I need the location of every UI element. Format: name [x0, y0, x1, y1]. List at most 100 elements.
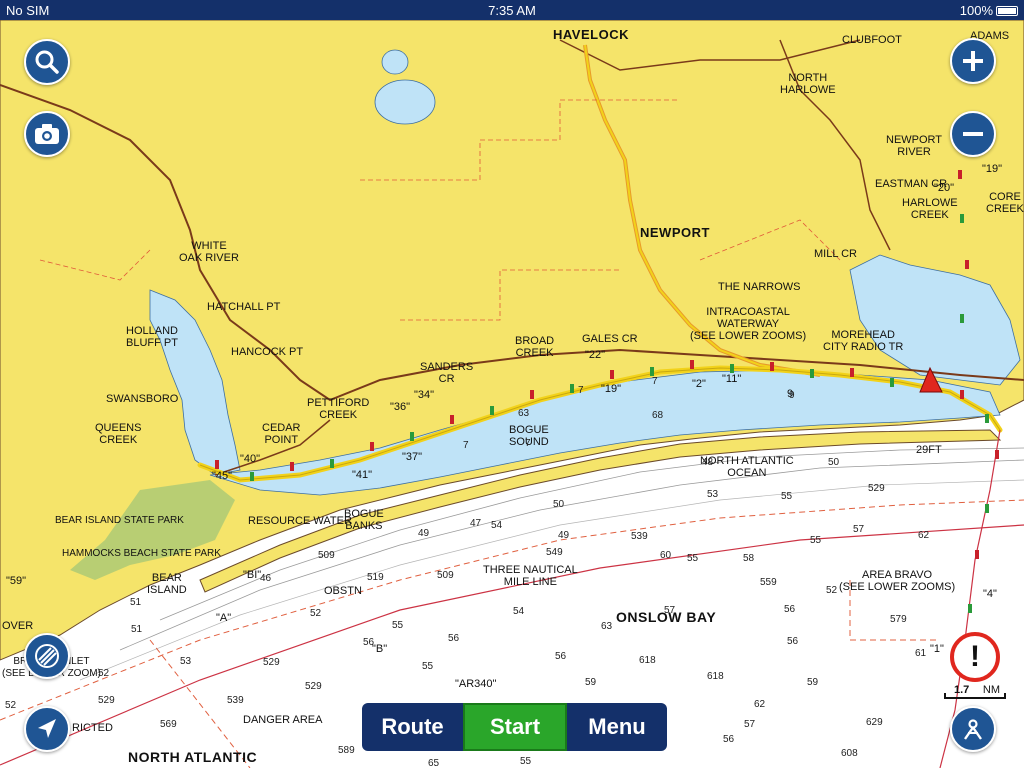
label-morehead: MOREHEAD CITY RADIO TR: [823, 329, 903, 353]
layers-button[interactable]: [24, 633, 70, 679]
depth-sounding: 56: [784, 604, 796, 615]
label-buoy-59: "59": [6, 575, 27, 587]
camera-button[interactable]: [24, 111, 70, 157]
label-line: BROAD: [515, 335, 555, 347]
start-button[interactable]: Start: [463, 703, 567, 751]
label-line: RIVER: [897, 146, 931, 158]
label-core-creek: CORE CREEK: [986, 191, 1024, 215]
label-line: WATERWAY: [716, 318, 780, 330]
label-line: MILE LINE: [503, 576, 557, 588]
red-channel-marker: [960, 390, 964, 399]
label-marker-11: "11": [722, 373, 742, 385]
label-gales-cr: GALES CR: [582, 333, 638, 345]
depth-sounding: 569: [160, 719, 177, 730]
locate-button[interactable]: [24, 706, 70, 752]
label-line: PETTIFORD: [307, 397, 370, 409]
depth-sounding: 47: [470, 518, 482, 529]
depth-sounding: 539: [631, 531, 648, 542]
label-line: HOLLAND: [126, 325, 178, 337]
label-29ft: 29FT: [916, 444, 942, 456]
label-line: HARLOWE: [780, 84, 836, 96]
green-channel-marker: [650, 367, 654, 376]
green-channel-marker: [410, 432, 414, 441]
depth-sounding: 509: [437, 570, 454, 581]
depth-sounding: 579: [890, 614, 907, 625]
label-restricted: RICTED: [72, 722, 113, 734]
label-line: (SEE LOWER ZOOMS): [839, 581, 956, 593]
green-channel-marker: [890, 378, 894, 387]
alert-button[interactable]: !: [950, 632, 1000, 682]
depth-sounding: 63: [518, 408, 530, 419]
label-bear-island: BEAR ISLAND STATE PARK: [55, 515, 184, 527]
route-button[interactable]: Route: [362, 703, 463, 751]
depth-sounding: 618: [707, 671, 724, 682]
label-line: BLUFF PT: [126, 337, 178, 349]
search-icon: [35, 50, 59, 74]
label-line: CREEK: [986, 203, 1024, 215]
label-harlowe-creek: HARLOWE CREEK: [902, 197, 958, 221]
green-channel-marker: [250, 472, 254, 481]
bottom-toolbar: Route Start Menu: [362, 703, 667, 751]
red-channel-marker: [975, 550, 979, 559]
label-line: OAK RIVER: [179, 252, 239, 264]
depth-sounding: 529: [305, 681, 322, 692]
depth-sounding: 629: [866, 717, 883, 728]
green-channel-marker: [570, 384, 574, 393]
zoom-out-button[interactable]: [950, 111, 996, 157]
depth-sounding: 62: [754, 699, 766, 710]
depth-sounding: 46: [260, 573, 272, 584]
depth-sounding: 56: [723, 734, 735, 745]
waypoint-button[interactable]: [950, 706, 996, 752]
depth-sounding: 529: [98, 695, 115, 706]
label-marker-41: "41": [352, 469, 373, 481]
label-obstn: OBSTN: [324, 585, 362, 597]
red-channel-marker: [450, 415, 454, 424]
scale-line: [944, 693, 1006, 699]
depth-sounding: 7: [578, 385, 584, 396]
zoom-in-button[interactable]: [950, 38, 996, 84]
label-three-nautical-mile-line: THREE NAUTICAL MILE LINE: [483, 564, 578, 588]
red-channel-marker: [770, 362, 774, 371]
depth-sounding: 9: [789, 390, 795, 401]
depth-sounding: 56: [787, 636, 799, 647]
label-resource-water: RESOURCE WATER: [248, 515, 352, 527]
depth-sounding: 57: [853, 524, 865, 535]
depth-sounding: 57: [744, 719, 756, 730]
label-line: CR: [438, 373, 455, 385]
label-line: HARLOWE: [902, 197, 958, 209]
depth-sounding: 618: [639, 655, 656, 666]
nautical-chart[interactable]: HAVELOCK NEWPORT CLUBFOOT ADAMS NORTH HAR…: [0, 20, 1024, 768]
red-channel-marker: [290, 462, 294, 471]
label-line: CREEK: [515, 347, 554, 359]
depth-sounding: 54: [513, 606, 525, 617]
depth-sounding: 56: [363, 637, 375, 648]
locate-icon: [38, 719, 56, 738]
red-channel-marker: [215, 460, 219, 469]
label-area-bravo: AREA BRAVO (SEE LOWER ZOOMS): [839, 569, 955, 593]
menu-button[interactable]: Menu: [567, 703, 667, 751]
label-line: ISLAND: [147, 584, 187, 596]
label-line: OCEAN: [727, 467, 767, 479]
depth-sounding: 50: [553, 499, 565, 510]
depth-sounding: 55: [392, 620, 404, 631]
depth-sounding: 7: [463, 440, 469, 451]
zoom-out-icon: [963, 132, 983, 136]
depth-sounding: 608: [841, 748, 858, 759]
green-channel-marker: [330, 459, 334, 468]
label-pettiford-creek: PETTIFORD CREEK: [307, 397, 369, 421]
depth-sounding: 55: [810, 535, 822, 546]
depth-sounding: 56: [555, 651, 567, 662]
alert-icon: !: [970, 640, 980, 673]
depth-sounding: 61: [915, 648, 927, 659]
green-channel-marker: [985, 504, 989, 513]
search-button[interactable]: [24, 39, 70, 85]
red-channel-marker: [965, 260, 969, 269]
depth-sounding: 55: [422, 661, 434, 672]
label-marker-19: "19": [982, 163, 1003, 175]
label-north-atlantic: NORTH ATLANTIC: [128, 749, 258, 765]
label-newport-river: NEWPORT RIVER: [886, 134, 942, 158]
depth-sounding: 549: [546, 547, 563, 558]
depth-sounding: 52: [98, 668, 110, 679]
label-buoy-b: "B": [372, 643, 388, 655]
layers-icon: [35, 644, 59, 668]
